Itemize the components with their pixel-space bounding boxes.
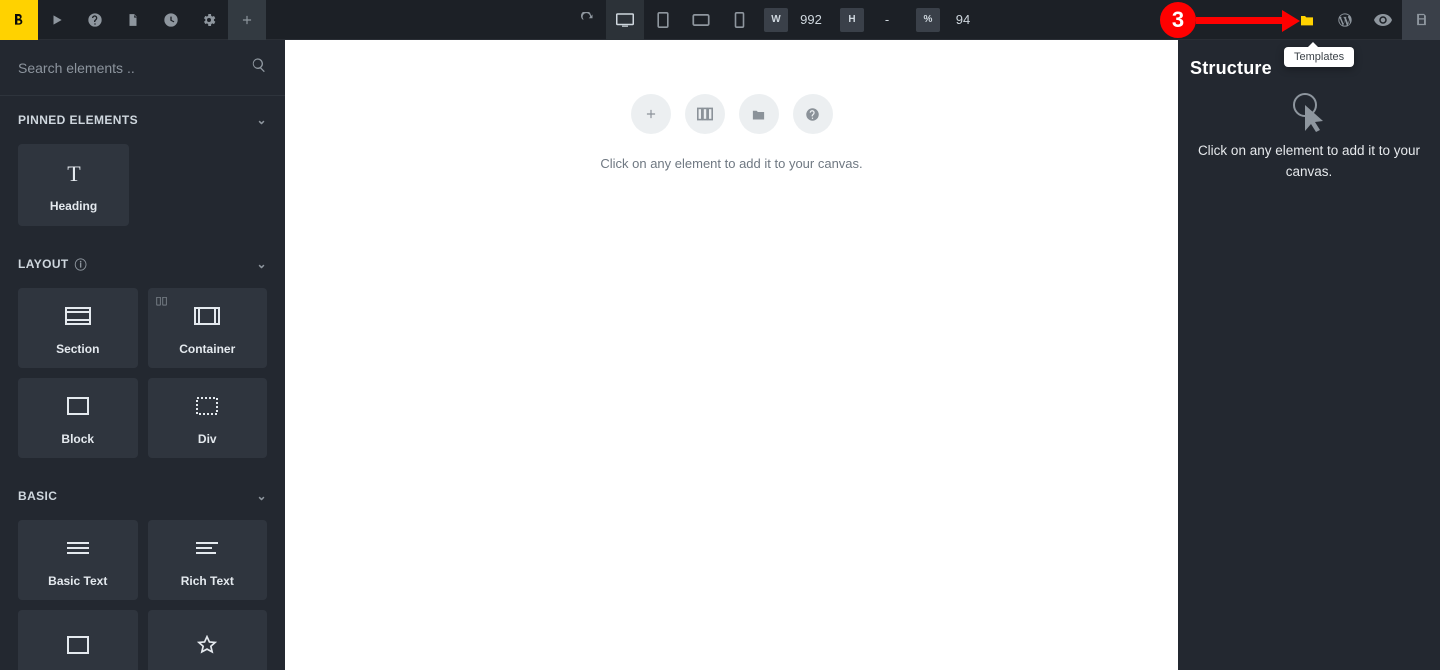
div-icon bbox=[191, 390, 223, 422]
element-block[interactable]: Block bbox=[18, 378, 138, 458]
doc-icon[interactable] bbox=[114, 0, 152, 40]
canvas-hint: Click on any element to add it to your c… bbox=[600, 156, 862, 171]
logo-button[interactable] bbox=[0, 0, 38, 40]
chevron-down-icon: ⌄ bbox=[257, 113, 267, 127]
button-icon bbox=[62, 629, 94, 661]
element-label: Div bbox=[198, 432, 217, 446]
basic-title: BASIC bbox=[18, 489, 57, 503]
wordpress-icon[interactable] bbox=[1326, 0, 1364, 40]
templates-tooltip: Templates bbox=[1284, 47, 1354, 67]
save-button[interactable] bbox=[1402, 0, 1440, 40]
viewport-tablet-landscape-icon[interactable] bbox=[682, 0, 720, 40]
info-icon[interactable]: ⓘ bbox=[75, 256, 87, 273]
element-section[interactable]: Section bbox=[18, 288, 138, 368]
layout-header[interactable]: LAYOUT ⓘ ⌄ bbox=[0, 240, 285, 288]
canvas-help-button[interactable] bbox=[793, 94, 833, 134]
container-icon bbox=[191, 300, 223, 332]
annotation-badge: 3 bbox=[1160, 2, 1196, 38]
viewport-mobile-icon[interactable] bbox=[720, 0, 758, 40]
element-div[interactable]: Div bbox=[148, 378, 268, 458]
element-label: Rich Text bbox=[181, 574, 234, 588]
columns-mini-icon: ▯▯ bbox=[156, 294, 168, 307]
pinned-grid: T Heading bbox=[0, 144, 285, 240]
canvas[interactable]: Click on any element to add it to your c… bbox=[285, 40, 1178, 670]
basic-grid: Basic Text Rich Text bbox=[0, 520, 285, 670]
basic-header[interactable]: BASIC ⌄ bbox=[0, 472, 285, 520]
pinned-title: PINNED ELEMENTS bbox=[18, 113, 138, 127]
element-label: Block bbox=[61, 432, 94, 446]
viewport-tablet-portrait-icon[interactable] bbox=[644, 0, 682, 40]
block-icon bbox=[62, 390, 94, 422]
height-label: H bbox=[840, 8, 864, 32]
element-label: Section bbox=[56, 342, 99, 356]
search-icon[interactable] bbox=[251, 57, 267, 78]
zoom-label: % bbox=[916, 8, 940, 32]
refresh-icon[interactable] bbox=[568, 0, 606, 40]
layout-grid: Section ▯▯ Container Block Div bbox=[0, 288, 285, 472]
element-basic-text[interactable]: Basic Text bbox=[18, 520, 138, 600]
canvas-empty-state: Click on any element to add it to your c… bbox=[285, 40, 1178, 171]
search-row bbox=[0, 40, 285, 96]
width-value[interactable]: 992 bbox=[788, 12, 834, 27]
element-button[interactable] bbox=[18, 610, 138, 670]
cursor-click-icon bbox=[1190, 91, 1428, 133]
elements-panel: PINNED ELEMENTS ⌄ T Heading LAYOUT ⓘ ⌄ S… bbox=[0, 40, 285, 670]
basic-text-icon bbox=[62, 532, 94, 564]
structure-hint: Click on any element to add it to your c… bbox=[1190, 141, 1428, 183]
pinned-header[interactable]: PINNED ELEMENTS ⌄ bbox=[0, 96, 285, 144]
canvas-add-button[interactable] bbox=[631, 94, 671, 134]
element-heading[interactable]: T Heading bbox=[18, 144, 129, 226]
chevron-down-icon: ⌄ bbox=[257, 257, 267, 271]
structure-panel: Structure Click on any element to add it… bbox=[1178, 40, 1440, 670]
canvas-action-row bbox=[631, 94, 833, 134]
zoom-value[interactable]: 94 bbox=[940, 12, 986, 27]
history-icon[interactable] bbox=[152, 0, 190, 40]
search-input[interactable] bbox=[18, 60, 243, 76]
element-rich-text[interactable]: Rich Text bbox=[148, 520, 268, 600]
height-value[interactable]: - bbox=[864, 12, 910, 27]
star-icon bbox=[191, 629, 223, 661]
layout-title: LAYOUT bbox=[18, 257, 69, 271]
element-label: Basic Text bbox=[48, 574, 107, 588]
settings-icon[interactable] bbox=[190, 0, 228, 40]
viewport-desktop-icon[interactable] bbox=[606, 0, 644, 40]
chevron-down-icon: ⌄ bbox=[257, 489, 267, 503]
element-icon[interactable] bbox=[148, 610, 268, 670]
canvas-library-button[interactable] bbox=[739, 94, 779, 134]
heading-icon: T bbox=[58, 157, 90, 189]
dimension-controls: W 992 H - % 94 bbox=[758, 8, 986, 32]
svg-text:T: T bbox=[67, 162, 81, 184]
element-label: Heading bbox=[50, 199, 97, 213]
section-icon bbox=[62, 300, 94, 332]
element-container[interactable]: ▯▯ Container bbox=[148, 288, 268, 368]
preview-icon[interactable] bbox=[1364, 0, 1402, 40]
rich-text-icon bbox=[191, 532, 223, 564]
element-label: Container bbox=[179, 342, 235, 356]
add-element-button[interactable] bbox=[228, 0, 266, 40]
play-icon[interactable] bbox=[38, 0, 76, 40]
canvas-columns-button[interactable] bbox=[685, 94, 725, 134]
help-icon[interactable] bbox=[76, 0, 114, 40]
width-label: W bbox=[764, 8, 788, 32]
